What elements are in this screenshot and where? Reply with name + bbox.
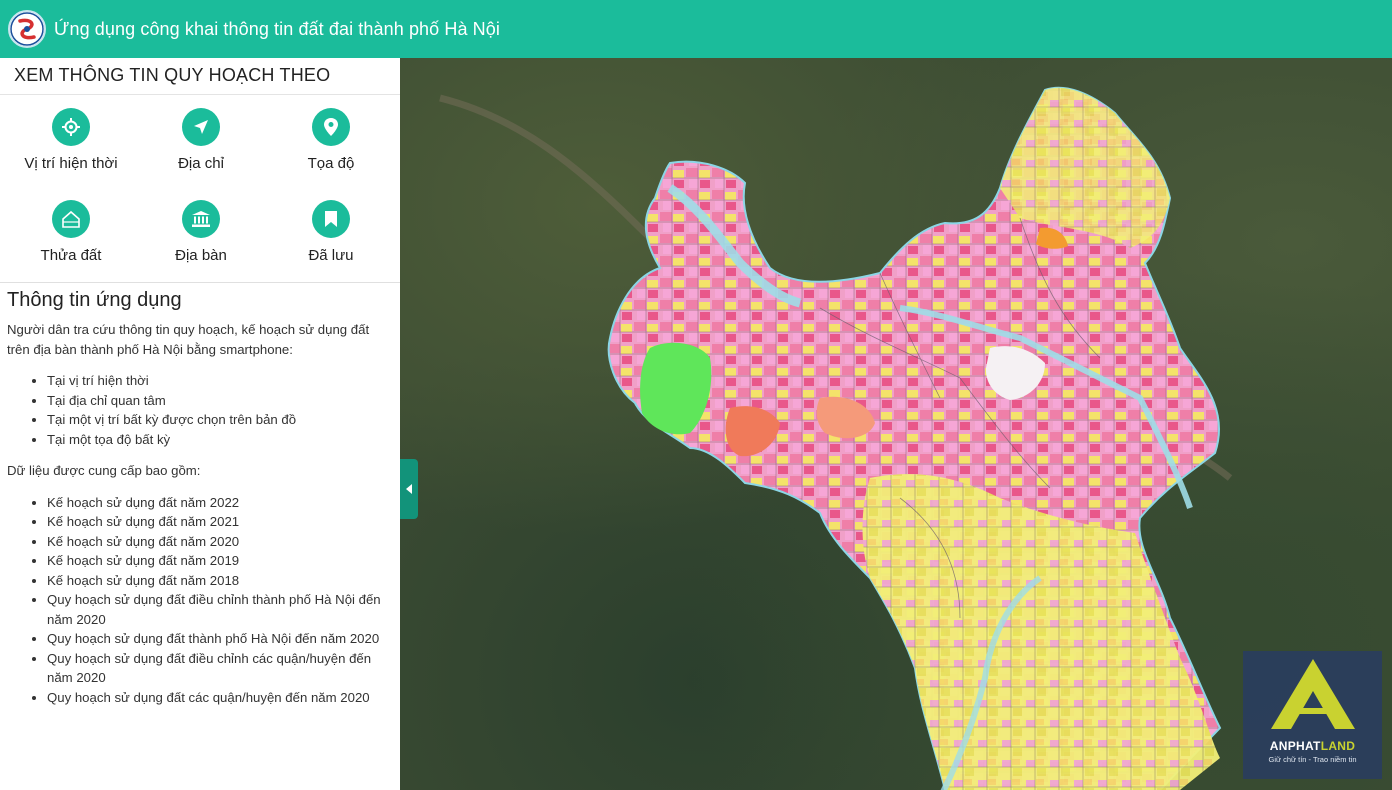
list-item: Kế hoạch sử dụng đất năm 2019 [47, 551, 394, 571]
lookup-options: Vị trí hiện thời Địa chỉ Tọa độ Thửa đất… [0, 95, 400, 283]
navigation-arrow-icon[interactable] [182, 108, 220, 146]
list-item: Quy hoạch sử dụng đất thành phố Hà Nội đ… [47, 629, 394, 649]
list-item: Tại địa chỉ quan tâm [47, 391, 394, 411]
bookmark-icon[interactable] [312, 200, 350, 238]
list-item: Tại vị trí hiện thời [47, 371, 394, 391]
chevron-left-icon [406, 484, 412, 494]
option-land-parcel[interactable]: Thửa đất [6, 200, 136, 282]
data-intro: Dữ liệu được cung cấp bao gồm: [7, 463, 201, 478]
app-title: Ứng dụng công khai thông tin đất đai thà… [54, 18, 500, 39]
app-header: Ứng dụng công khai thông tin đất đai thà… [0, 0, 1392, 58]
list-item: Quy hoạch sử dụng đất các quận/huyện đến… [47, 688, 394, 708]
option-coordinates[interactable]: Tọa độ [266, 108, 396, 190]
option-label: Đã lưu [308, 247, 354, 264]
brand-tagline: Giữ chữ tín - Trao niềm tin [1268, 755, 1357, 764]
city-emblem-icon[interactable] [8, 10, 46, 48]
crosshair-icon[interactable] [52, 108, 90, 146]
option-address[interactable]: Địa chỉ [136, 108, 266, 190]
app-info: Thông tin ứng dụng Người dân tra cứu thô… [0, 283, 400, 707]
option-district[interactable]: Địa bàn [136, 200, 266, 282]
sidebar-collapse-toggle[interactable] [400, 459, 418, 519]
brand-logo-icon [1270, 659, 1355, 729]
list-item: Kế hoạch sử dụng đất năm 2020 [47, 532, 394, 552]
list-item: Tại một vị trí bất kỳ được chọn trên bản… [47, 410, 394, 430]
option-label: Địa bàn [175, 247, 227, 264]
option-label: Vị trí hiện thời [24, 155, 118, 172]
option-saved[interactable]: Đã lưu [266, 200, 396, 282]
list-item: Quy hoạch sử dụng đất điều chỉnh các quậ… [47, 649, 394, 688]
landmark-icon[interactable] [182, 200, 220, 238]
list-item: Kế hoạch sử dụng đất năm 2022 [47, 493, 394, 513]
option-current-location[interactable]: Vị trí hiện thời [6, 108, 136, 190]
option-label: Thửa đất [40, 247, 102, 264]
list-item: Kế hoạch sử dụng đất năm 2021 [47, 512, 394, 532]
sidebar-heading: XEM THÔNG TIN QUY HOẠCH THEO [0, 58, 400, 95]
list-item: Quy hoạch sử dụng đất điều chỉnh thành p… [47, 590, 394, 629]
lookup-list: Tại vị trí hiện thời Tại địa chỉ quan tâ… [7, 371, 394, 449]
sidebar-panel: XEM THÔNG TIN QUY HOẠCH THEO Vị trí hiện… [0, 58, 400, 790]
house-icon[interactable] [52, 200, 90, 238]
data-list: Kế hoạch sử dụng đất năm 2022 Kế hoạch s… [7, 493, 394, 708]
brand-watermark: ANPHATLAND Giữ chữ tín - Trao niềm tin [1243, 651, 1382, 779]
list-item: Kế hoạch sử dụng đất năm 2018 [47, 571, 394, 591]
info-intro: Người dân tra cứu thông tin quy hoạch, k… [7, 322, 370, 357]
brand-name: ANPHATLAND [1269, 739, 1356, 753]
info-title: Thông tin ứng dụng [7, 289, 182, 311]
map-pin-icon[interactable] [312, 108, 350, 146]
option-label: Tọa độ [307, 155, 355, 172]
list-item: Tại một tọa độ bất kỳ [47, 430, 394, 450]
option-label: Địa chỉ [178, 155, 224, 172]
